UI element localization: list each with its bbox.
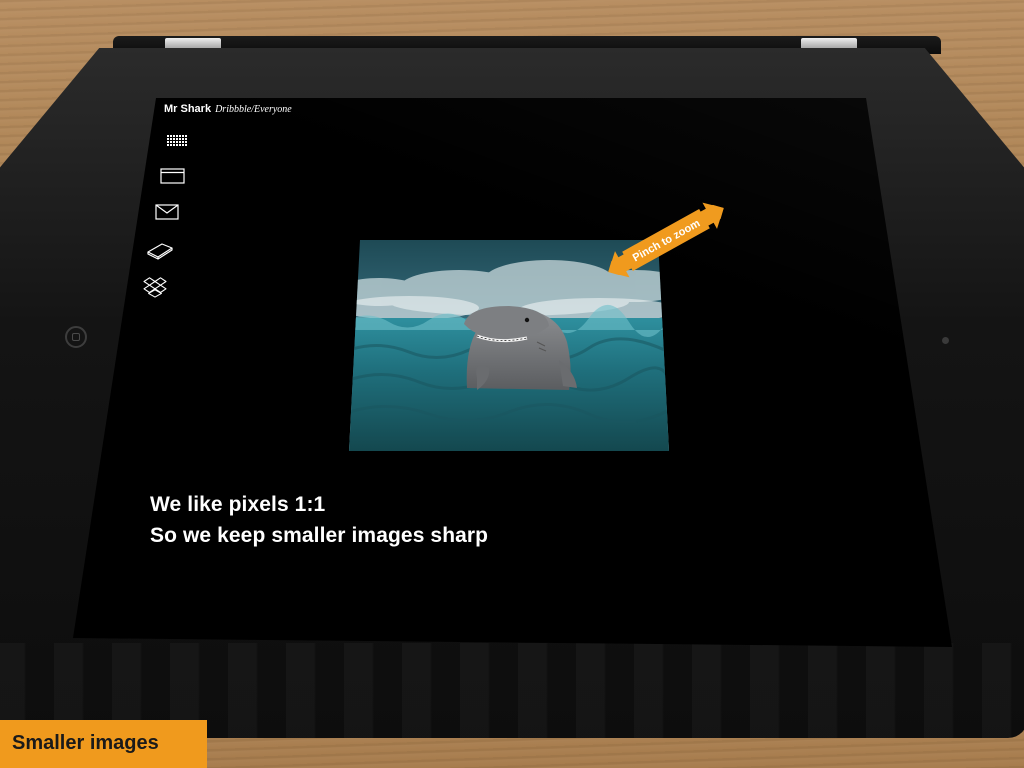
front-camera <box>942 337 949 344</box>
app-title: Mr Shark Dribbble/Everyone <box>164 103 292 115</box>
dropbox-icon[interactable] <box>141 276 169 298</box>
pinch-to-zoom-hint: Pinch to zoom <box>596 198 736 282</box>
mail-icon[interactable] <box>153 201 181 223</box>
pinch-to-zoom-label: Pinch to zoom <box>631 217 703 264</box>
app-subtitle: Dribbble/Everyone <box>215 104 292 115</box>
browser-window-icon[interactable] <box>159 165 187 187</box>
caption-line-1: We like pixels 1:1 <box>150 493 326 516</box>
grid-icon[interactable] <box>164 130 192 152</box>
caption-line-2: So we keep smaller images sharp <box>150 524 489 547</box>
app-title-text: Mr Shark <box>164 103 212 115</box>
home-button[interactable] <box>65 326 87 348</box>
open-book-icon[interactable] <box>146 238 174 260</box>
slide-label: Smaller images <box>0 720 207 768</box>
